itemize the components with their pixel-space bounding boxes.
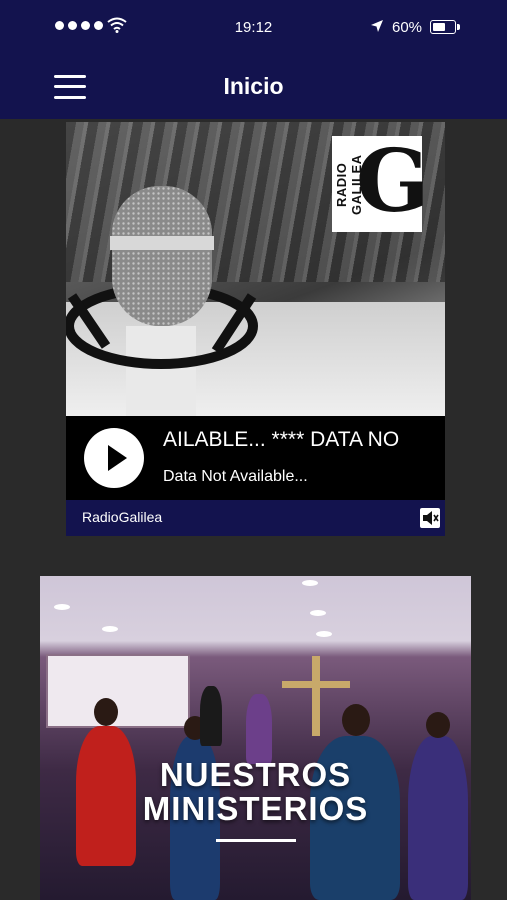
radio-player-card: RADIO GALILEA G AILABLE... **** DATA NO … <box>66 122 445 536</box>
ministries-title: NUESTROS MINISTERIOS <box>142 756 369 827</box>
microphone-icon <box>66 186 258 416</box>
microphone-image: RADIO GALILEA G <box>66 122 445 416</box>
ministries-card[interactable]: NUESTROS MINISTERIOS <box>40 576 471 900</box>
speaker-mute-icon <box>423 511 439 525</box>
radio-galilea-logo: RADIO GALILEA G <box>332 131 430 232</box>
status-bar: 19:12 60% <box>0 0 507 56</box>
wall-board <box>46 654 190 728</box>
page-title: Inicio <box>223 73 284 99</box>
nav-bar: Inicio <box>0 56 507 119</box>
battery-percentage: 60% <box>392 19 423 36</box>
volume-button[interactable] <box>420 508 440 528</box>
now-playing-marquee: AILABLE... **** DATA NO <box>163 428 400 451</box>
play-button[interactable] <box>84 428 144 488</box>
title-underline <box>216 839 296 842</box>
cross-icon <box>312 656 320 736</box>
play-icon <box>108 445 127 471</box>
station-name: RadioGalilea <box>82 509 163 525</box>
now-playing-subtitle: Data Not Available... <box>163 468 308 485</box>
player-footer: RadioGalilea <box>66 500 445 536</box>
location-arrow-icon <box>371 20 383 32</box>
battery-icon <box>430 20 460 34</box>
